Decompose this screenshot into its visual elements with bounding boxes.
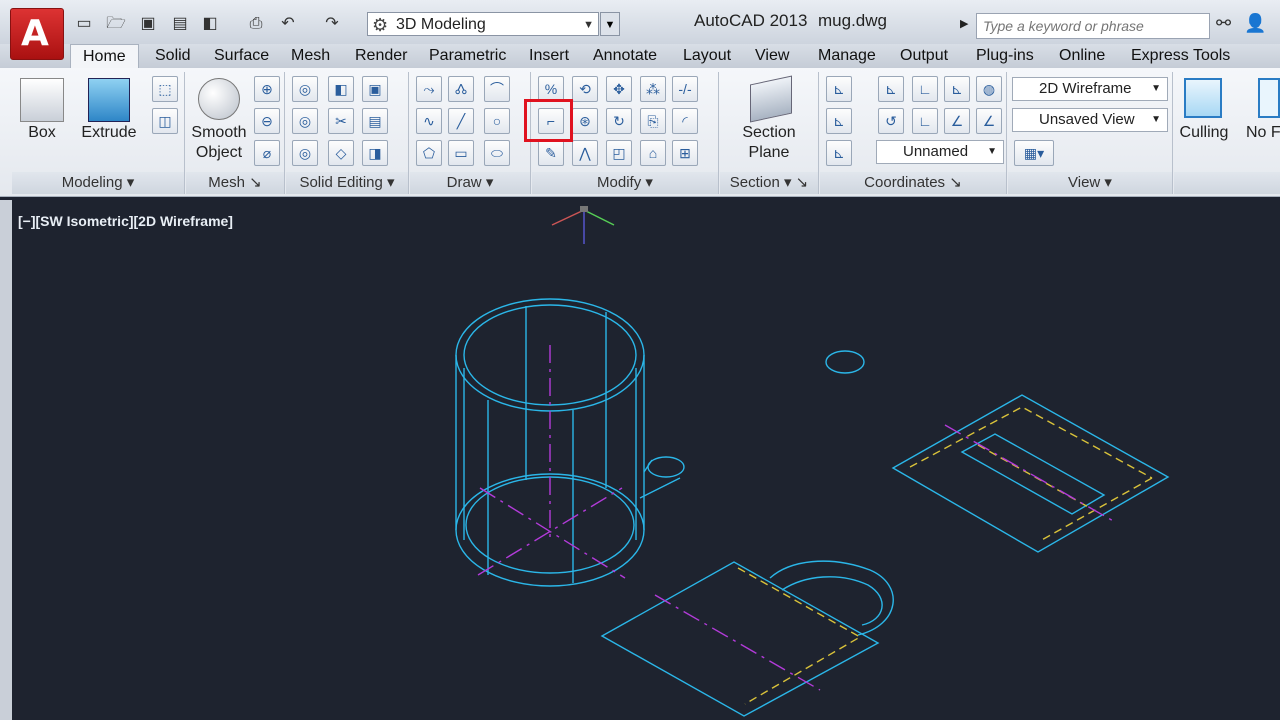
app-logo-letter: A [21, 13, 49, 54]
hidden-lines [737, 406, 1153, 705]
handle-profile-ellipse [825, 350, 865, 374]
highlighted-tool-marker [524, 99, 573, 142]
ucs-origin-icon [551, 206, 615, 244]
application-menu-button[interactable]: A [10, 8, 64, 60]
side-profile-slot [960, 433, 1106, 515]
front-profile-outline [600, 561, 880, 717]
front-handle-curve [769, 560, 894, 636]
side-profile-outline [891, 394, 1170, 553]
model-drawing[interactable] [0, 0, 1280, 720]
mug-wireframe [455, 298, 1170, 717]
